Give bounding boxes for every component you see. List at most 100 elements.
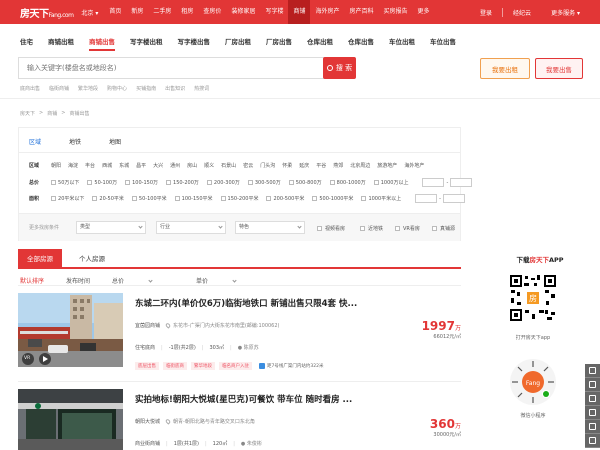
checkbox[interactable] [125,180,131,185]
checkbox[interactable] [166,180,172,185]
price-option[interactable]: 200-300万 [206,179,240,186]
login-link[interactable]: 登录 [480,8,492,17]
checkbox[interactable] [92,196,98,201]
area-option[interactable]: 100-150平米 [174,195,213,202]
help-icon[interactable] [585,364,600,378]
city-selector[interactable]: 北京 ▾ [81,8,98,17]
sort-unit-price[interactable]: 单价 [196,276,258,285]
category-tab[interactable]: 仓库出售 [348,36,374,51]
category-tab[interactable]: 写字楼出售 [178,36,211,51]
feedback-icon[interactable] [585,392,600,406]
area-option[interactable]: 20-50平米 [92,195,124,202]
price-option[interactable]: 800-1000万 [329,179,366,186]
site-logo[interactable]: 房天下Fang.com [20,5,74,20]
district-option[interactable]: 房山 [187,162,197,169]
hot-keyword-link[interactable]: 临街商铺 [49,85,69,92]
price-option[interactable]: 50万以下 [51,179,79,186]
category-tab[interactable]: 车位出租 [389,36,415,51]
filter-tab[interactable]: 地铁 [69,137,81,146]
hot-keyword-link[interactable]: 购物中心 [107,85,127,92]
qr-code-icon[interactable] [585,378,600,392]
sell-button[interactable]: 我要出售 [535,58,583,79]
search-button[interactable]: 搜 索 [323,57,356,79]
industry-select[interactable]: 行业 [156,221,226,234]
listing-title[interactable]: 实拍地标!朝阳大悦城(星巴克)可餐饮 带车位 随时看房 ... [135,393,352,405]
vr-checkbox[interactable]: VR看房 [395,225,420,232]
category-tab[interactable]: 厂房出租 [225,36,251,51]
breadcrumb-link[interactable]: 商铺 [47,110,57,117]
checkbox[interactable] [87,180,93,185]
filter-tab[interactable]: 区域 [29,137,41,146]
nav-item[interactable]: 首页 [104,0,126,24]
area-option[interactable]: 1000平米以上 [361,195,401,202]
broker-cloud-link[interactable]: 经纪云 [513,8,531,17]
hot-keyword-link[interactable]: 底商出售 [20,85,40,92]
nav-item[interactable]: 租房 [176,0,198,24]
subway-checkbox[interactable]: 近地铁 [360,225,383,232]
video-checkbox[interactable]: 视频看房 [317,225,345,232]
price-max-input[interactable] [450,178,473,187]
checkbox[interactable] [247,180,253,185]
category-tab[interactable]: 车位出售 [430,36,456,51]
district-option[interactable]: 旅游地产 [377,162,397,169]
price-option[interactable]: 300-500万 [247,179,281,186]
hot-keyword-link[interactable]: 热搜词 [194,85,209,92]
type-select[interactable]: 类型 [76,221,146,234]
area-option[interactable]: 20平米以下 [51,195,84,202]
tab-all-listings[interactable]: 全部房源 [18,249,62,267]
district-option[interactable]: 昌平 [136,162,146,169]
price-min-input[interactable] [422,178,445,187]
category-tab[interactable]: 商铺出售 [89,36,115,51]
checkbox[interactable] [220,196,226,201]
category-tab[interactable]: 仓库出租 [307,36,333,51]
area-option[interactable]: 150-200平米 [220,195,258,202]
sort-default[interactable]: 默认排序 [20,276,44,285]
checkbox[interactable] [174,196,180,201]
nav-item[interactable]: 查房价 [198,0,226,24]
sort-total-price[interactable]: 总价 [112,276,174,285]
checkbox[interactable] [288,180,294,185]
nav-item[interactable]: 装修家居 [226,0,260,24]
checkbox[interactable] [206,180,212,185]
listing-photo[interactable] [18,389,123,450]
district-option[interactable]: 丰台 [85,162,95,169]
nav-item[interactable]: 买房报告 [379,0,413,24]
checkbox[interactable] [329,180,335,185]
checkbox[interactable] [373,180,379,185]
district-option[interactable]: 密云 [243,162,253,169]
feature-select[interactable]: 特色 [235,221,305,234]
area-min-input[interactable] [415,194,438,203]
district-option[interactable]: 大兴 [153,162,163,169]
district-option[interactable]: 北京周边 [350,162,370,169]
district-option[interactable]: 东城 [119,162,129,169]
price-option[interactable]: 100-150万 [125,179,158,186]
breadcrumb-link[interactable]: 商铺出售 [69,110,89,117]
more-services-link[interactable]: 更多服务 ▾ [541,8,580,17]
district-option[interactable]: 海外地产 [404,162,424,169]
service-icon[interactable] [585,420,600,434]
close-icon[interactable] [585,434,600,448]
district-option[interactable]: 石景山 [221,162,236,169]
search-input[interactable] [19,58,355,78]
district-option[interactable]: 怀柔 [282,162,292,169]
nav-item[interactable]: 海外房产 [310,0,344,24]
nav-item[interactable]: 商铺 [288,0,311,24]
price-option[interactable]: 500-800万 [288,179,322,186]
tab-personal-listings[interactable]: 个人房源 [70,249,114,267]
district-option[interactable]: 门头沟 [260,162,275,169]
listing-item[interactable]: VR 东城二环内(单价仅6万)临街地铁口 新铺出售只限4套 快... 宜茵园商铺… [18,293,461,378]
district-option[interactable]: 顺义 [204,162,214,169]
district-option[interactable]: 燕郊 [333,162,343,169]
breadcrumb-link[interactable]: 房天下 [20,110,35,117]
hot-keyword-link[interactable]: 买铺指南 [136,85,156,92]
price-option[interactable]: 150-200万 [166,179,199,186]
hot-keyword-link[interactable]: 出售知识 [165,85,185,92]
district-option[interactable]: 平谷 [316,162,326,169]
area-option[interactable]: 200-500平米 [266,195,304,202]
checkbox[interactable] [312,196,318,201]
nav-item[interactable]: 新房 [126,0,148,24]
nav-item[interactable]: 写字楼 [260,0,288,24]
category-tab[interactable]: 厂房出售 [266,36,292,51]
district-option[interactable]: 通州 [170,162,180,169]
listing-photo[interactable]: VR [18,293,123,367]
